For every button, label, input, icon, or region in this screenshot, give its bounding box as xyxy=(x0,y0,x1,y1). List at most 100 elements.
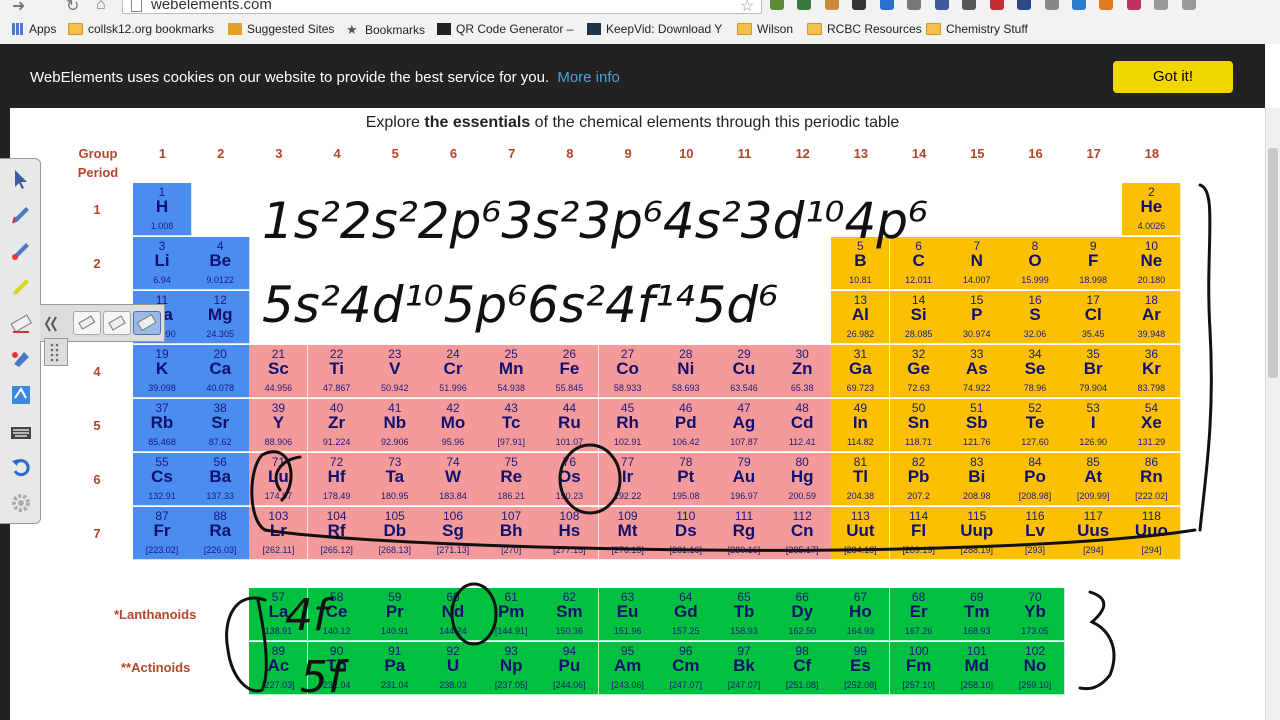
element-Fm[interactable]: 100 Fm [257.10] xyxy=(889,642,949,695)
element-Be[interactable]: 4 Be 9.0122 xyxy=(191,237,251,290)
extension-icon[interactable] xyxy=(1017,0,1032,10)
element-Am[interactable]: 95 Am [243.06] xyxy=(598,642,658,695)
element-Ti[interactable]: 22 Ti 47.867 xyxy=(307,345,367,398)
element-Tl[interactable]: 81 Tl 204.38 xyxy=(831,453,891,506)
note-icon[interactable] xyxy=(9,383,33,407)
element-Pr[interactable]: 59 Pr 140.91 xyxy=(365,588,425,641)
element-No[interactable]: 102 No [259.10] xyxy=(1006,642,1065,695)
extension-icon[interactable] xyxy=(1044,0,1059,10)
element-S[interactable]: 16 S 32.06 xyxy=(1006,291,1065,344)
element-K[interactable]: 19 K 39.098 xyxy=(133,345,192,398)
element-Ni[interactable]: 28 Ni 58.693 xyxy=(656,345,716,398)
element-Zn[interactable]: 30 Zn 65.38 xyxy=(773,345,833,398)
element-I[interactable]: 53 I 126.90 xyxy=(1064,399,1124,452)
element-Fe[interactable]: 26 Fe 55.845 xyxy=(540,345,600,398)
drag-handle-icon[interactable] xyxy=(44,338,68,366)
element-As[interactable]: 33 As 74.922 xyxy=(947,345,1007,398)
extension-icon[interactable] xyxy=(962,0,977,10)
element-Rg[interactable]: 111 Rg [280.16] xyxy=(715,507,774,560)
pen-icon[interactable] xyxy=(9,203,33,227)
element-Uup[interactable]: 115 Uup [288.19] xyxy=(947,507,1007,560)
element-W[interactable]: 74 W 183.84 xyxy=(424,453,483,506)
element-Pa[interactable]: 91 Pa 231.04 xyxy=(365,642,425,695)
element-Mt[interactable]: 109 Mt [276.15] xyxy=(598,507,658,560)
element-Uus[interactable]: 117 Uus [294] xyxy=(1064,507,1124,560)
element-Pb[interactable]: 82 Pb 207.2 xyxy=(889,453,949,506)
element-Cf[interactable]: 98 Cf [251.08] xyxy=(773,642,833,695)
bookmark-link[interactable]: KeepVid: Download Y xyxy=(587,22,722,36)
extension-icon[interactable] xyxy=(989,0,1004,10)
extension-icon[interactable] xyxy=(879,0,894,10)
home-icon[interactable]: ⌂ xyxy=(96,0,106,14)
element-B[interactable]: 5 B 10.81 xyxy=(831,237,891,290)
element-Th[interactable]: 90 Th 232.04 xyxy=(307,642,367,695)
element-Bh[interactable]: 107 Bh [270] xyxy=(482,507,542,560)
element-Rh[interactable]: 45 Rh 102.91 xyxy=(598,399,658,452)
element-Y[interactable]: 39 Y 88.906 xyxy=(249,399,309,452)
element-Ru[interactable]: 44 Ru 101.07 xyxy=(540,399,600,452)
element-Eu[interactable]: 63 Eu 151.96 xyxy=(598,588,658,641)
element-Cl[interactable]: 17 Cl 35.45 xyxy=(1064,291,1124,344)
element-Yb[interactable]: 70 Yb 173.05 xyxy=(1006,588,1065,641)
element-Hg[interactable]: 80 Hg 200.59 xyxy=(773,453,833,506)
extension-icon[interactable] xyxy=(1071,0,1086,10)
element-Nd[interactable]: 60 Nd 144.24 xyxy=(424,588,483,641)
element-Ca[interactable]: 20 Ca 40.078 xyxy=(191,345,251,398)
element-Sm[interactable]: 62 Sm 150.36 xyxy=(540,588,600,641)
element-Xe[interactable]: 54 Xe 131.29 xyxy=(1122,399,1182,452)
element-Ge[interactable]: 32 Ge 72.63 xyxy=(889,345,949,398)
address-bar[interactable]: webelements.com xyxy=(122,0,762,14)
element-Lr[interactable]: 103 Lr [262.11] xyxy=(249,507,309,560)
element-Uuo[interactable]: 118 Uuo [294] xyxy=(1122,507,1182,560)
element-Ac[interactable]: 89 Ac [227.03] xyxy=(249,642,309,695)
reload-icon[interactable]: ↻ xyxy=(66,0,79,16)
extension-icon[interactable] xyxy=(1099,0,1114,10)
eraser-icon[interactable] xyxy=(9,311,33,335)
element-Ba[interactable]: 56 Ba 137.33 xyxy=(191,453,251,506)
element-He[interactable]: 2 He 4.0026 xyxy=(1122,183,1182,236)
element-Gd[interactable]: 64 Gd 157.25 xyxy=(656,588,716,641)
bookmark-link[interactable]: QR Code Generator – xyxy=(437,22,573,36)
element-Sg[interactable]: 106 Sg [271.13] xyxy=(424,507,483,560)
element-P[interactable]: 15 P 30.974 xyxy=(947,291,1007,344)
element-Dy[interactable]: 66 Dy 162.50 xyxy=(773,588,833,641)
bookmark-folder[interactable]: Chemistry Stuff xyxy=(926,22,1028,36)
scrollbar-thumb[interactable] xyxy=(1268,148,1278,378)
element-Cr[interactable]: 24 Cr 51.996 xyxy=(424,345,483,398)
element-Es[interactable]: 99 Es [252.08] xyxy=(831,642,891,695)
element-Hs[interactable]: 108 Hs [277.15] xyxy=(540,507,600,560)
element-La[interactable]: 57 La 138.91 xyxy=(249,588,309,641)
element-Bk[interactable]: 97 Bk [247.07] xyxy=(715,642,774,695)
medium-eraser-button[interactable] xyxy=(103,311,131,335)
settings-icon[interactable] xyxy=(9,491,33,515)
highlighter-icon[interactable] xyxy=(9,275,33,299)
element-Rb[interactable]: 37 Rb 85.468 xyxy=(133,399,192,452)
element-Db[interactable]: 105 Db [268.13] xyxy=(365,507,425,560)
element-Au[interactable]: 79 Au 196.97 xyxy=(715,453,774,506)
element-Os[interactable]: 76 Os 190.23 xyxy=(540,453,600,506)
extension-icon[interactable] xyxy=(1154,0,1169,10)
element-Md[interactable]: 101 Md [258.10] xyxy=(947,642,1007,695)
bookmark-folder[interactable]: Wilson xyxy=(737,22,793,36)
element-Al[interactable]: 13 Al 26.982 xyxy=(831,291,891,344)
undo-icon[interactable] xyxy=(9,455,33,479)
element-F[interactable]: 9 F 18.998 xyxy=(1064,237,1124,290)
element-Te[interactable]: 52 Te 127.60 xyxy=(1006,399,1065,452)
element-Tm[interactable]: 69 Tm 168.93 xyxy=(947,588,1007,641)
bookmark-link[interactable]: ★ Bookmarks xyxy=(346,22,425,37)
element-Cn[interactable]: 112 Cn [285.17] xyxy=(773,507,833,560)
element-Np[interactable]: 93 Np [237.05] xyxy=(482,642,542,695)
element-Sn[interactable]: 50 Sn 118.71 xyxy=(889,399,949,452)
element-C[interactable]: 6 C 12.011 xyxy=(889,237,949,290)
element-Ds[interactable]: 110 Ds [281.16] xyxy=(656,507,716,560)
element-Tc[interactable]: 43 Tc [97.91] xyxy=(482,399,542,452)
element-Fr[interactable]: 87 Fr [223.02] xyxy=(133,507,192,560)
element-V[interactable]: 23 V 50.942 xyxy=(365,345,425,398)
element-U[interactable]: 92 U 238.03 xyxy=(424,642,483,695)
element-Pd[interactable]: 46 Pd 106.42 xyxy=(656,399,716,452)
element-At[interactable]: 85 At [209.99] xyxy=(1064,453,1124,506)
element-Sc[interactable]: 21 Sc 44.956 xyxy=(249,345,309,398)
element-Tb[interactable]: 65 Tb 158.93 xyxy=(715,588,774,641)
bookmark-link[interactable]: Suggested Sites xyxy=(228,22,334,36)
element-Ho[interactable]: 67 Ho 164.93 xyxy=(831,588,891,641)
